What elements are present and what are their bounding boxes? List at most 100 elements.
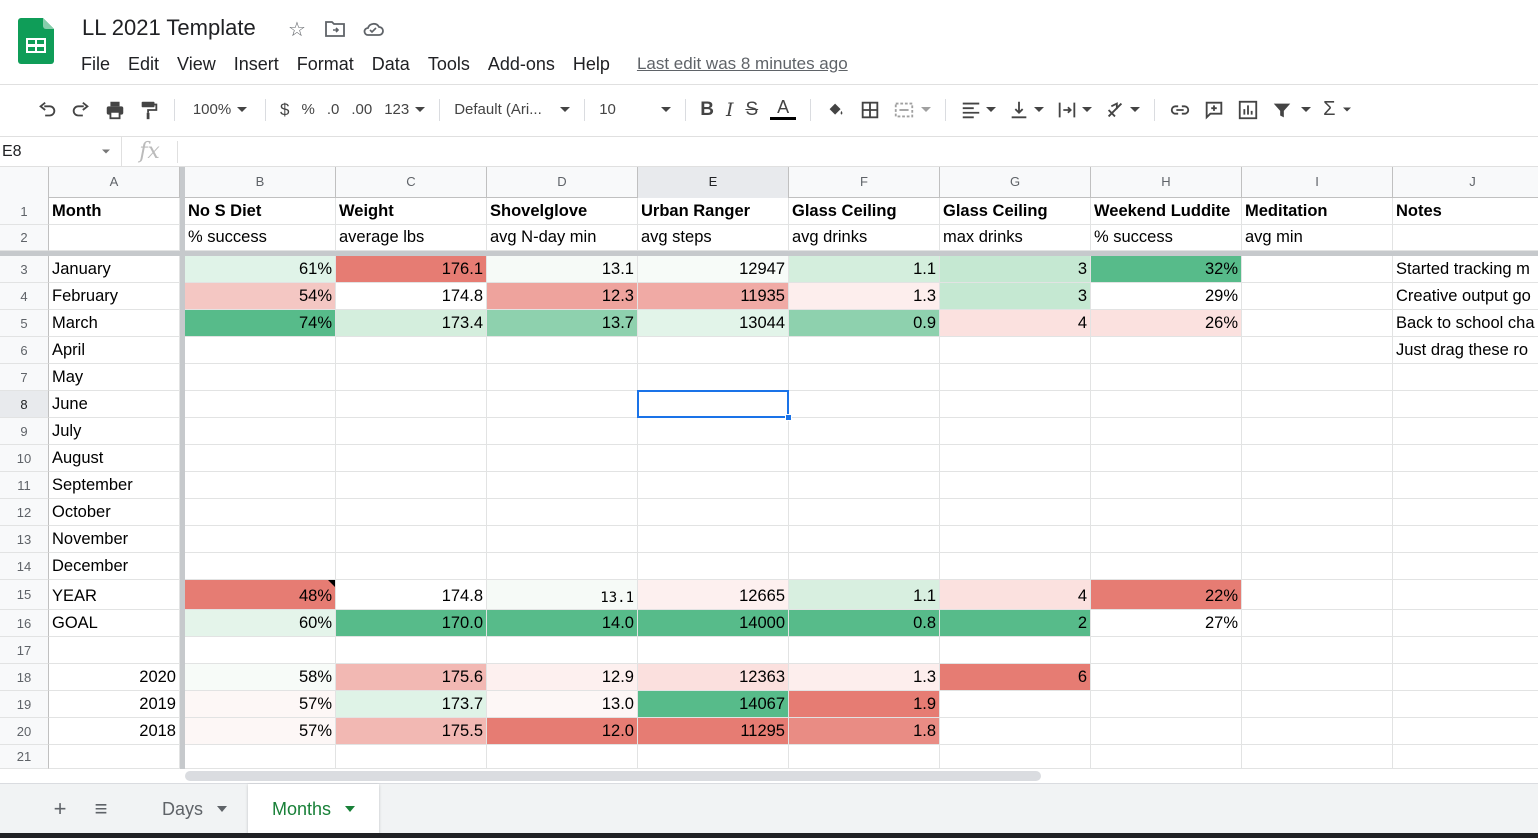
data-cell[interactable]: 58% [185, 664, 336, 691]
row-header-17[interactable]: 17 [0, 637, 49, 664]
data-cell[interactable] [1091, 637, 1242, 664]
data-cell[interactable]: 176.1 [336, 256, 487, 283]
decrease-decimal-button[interactable]: .0 [321, 94, 346, 126]
header-cell[interactable]: Notes [1393, 198, 1538, 225]
text-color-button[interactable]: A [764, 94, 802, 126]
data-cell[interactable]: 0.9 [789, 310, 940, 337]
data-cell[interactable] [1091, 526, 1242, 553]
note-cell[interactable]: Creative output go [1393, 283, 1538, 310]
data-cell[interactable]: 12665 [638, 580, 789, 610]
data-cell[interactable]: 13.1 [487, 256, 638, 283]
data-cell[interactable] [940, 472, 1091, 499]
filter-icon[interactable] [1265, 94, 1317, 126]
note-cell[interactable] [1393, 553, 1538, 580]
data-cell[interactable]: 1.1 [789, 256, 940, 283]
menu-view[interactable]: View [168, 50, 225, 78]
data-cell[interactable]: 4 [940, 580, 1091, 610]
data-cell[interactable]: 13.0 [487, 691, 638, 718]
font-size-select[interactable]: 10 [593, 94, 677, 126]
data-cell[interactable] [336, 526, 487, 553]
data-cell[interactable] [940, 391, 1091, 418]
row-header-3[interactable]: 3 [0, 256, 49, 283]
data-cell[interactable]: 6 [940, 664, 1091, 691]
data-cell[interactable] [1091, 691, 1242, 718]
data-cell[interactable] [336, 364, 487, 391]
header-cell[interactable]: Glass Ceiling [789, 198, 940, 225]
data-cell[interactable] [487, 526, 638, 553]
note-cell[interactable] [1393, 610, 1538, 637]
move-to-folder-icon[interactable] [322, 16, 348, 42]
column-header-c[interactable]: C [336, 167, 487, 198]
data-cell[interactable]: 12.9 [487, 664, 638, 691]
data-cell[interactable]: 12363 [638, 664, 789, 691]
data-cell[interactable] [1091, 499, 1242, 526]
data-cell[interactable] [185, 445, 336, 472]
column-header-h[interactable]: H [1091, 167, 1242, 198]
data-cell[interactable]: 173.7 [336, 691, 487, 718]
subheader-cell[interactable]: max drinks [940, 225, 1091, 251]
undo-icon[interactable] [30, 94, 64, 126]
subheader-cell[interactable]: avg drinks [789, 225, 940, 251]
data-cell[interactable] [487, 391, 638, 418]
data-cell[interactable] [1242, 256, 1393, 283]
column-header-j[interactable]: J [1393, 167, 1538, 198]
data-cell[interactable] [185, 637, 336, 664]
text-wrapping-icon[interactable] [1050, 94, 1098, 126]
subheader-cell[interactable]: avg steps [638, 225, 789, 251]
merge-cells-icon[interactable] [887, 94, 937, 126]
data-cell[interactable] [487, 745, 638, 769]
row-label-cell[interactable]: YEAR [49, 580, 180, 610]
note-cell[interactable] [1393, 637, 1538, 664]
data-cell[interactable]: 1.3 [789, 283, 940, 310]
data-cell[interactable] [789, 391, 940, 418]
data-cell[interactable]: 26% [1091, 310, 1242, 337]
note-cell[interactable] [1393, 445, 1538, 472]
row-header-4[interactable]: 4 [0, 283, 49, 310]
data-cell[interactable] [638, 745, 789, 769]
row-label-cell[interactable]: 2018 [49, 718, 180, 745]
data-cell[interactable] [487, 472, 638, 499]
data-cell[interactable] [789, 445, 940, 472]
data-cell[interactable] [1091, 364, 1242, 391]
data-cell[interactable]: 54% [185, 283, 336, 310]
column-header-g[interactable]: G [940, 167, 1091, 198]
data-cell[interactable] [1242, 364, 1393, 391]
italic-button[interactable]: I [720, 94, 740, 126]
row-label-cell[interactable]: August [49, 445, 180, 472]
row-header-21[interactable]: 21 [0, 745, 49, 769]
data-cell[interactable] [1242, 445, 1393, 472]
data-cell[interactable] [1242, 691, 1393, 718]
data-cell[interactable] [1242, 553, 1393, 580]
data-cell[interactable] [1091, 745, 1242, 769]
data-cell[interactable] [185, 391, 336, 418]
data-cell[interactable] [1242, 418, 1393, 445]
fill-handle[interactable] [785, 414, 792, 421]
fill-color-icon[interactable] [819, 94, 853, 126]
data-cell[interactable] [336, 337, 487, 364]
data-cell[interactable]: 173.4 [336, 310, 487, 337]
header-cell[interactable]: Weekend Luddite [1091, 198, 1242, 225]
column-header-i[interactable]: I [1242, 167, 1393, 198]
data-cell[interactable] [1242, 637, 1393, 664]
data-cell[interactable] [1091, 445, 1242, 472]
row-label-cell[interactable]: December [49, 553, 180, 580]
column-header-d[interactable]: D [487, 167, 638, 198]
data-cell[interactable] [940, 337, 1091, 364]
data-cell[interactable] [487, 337, 638, 364]
subheader-cell[interactable]: % success [1091, 225, 1242, 251]
data-cell[interactable]: 13044 [638, 310, 789, 337]
formula-input[interactable] [178, 137, 1538, 167]
data-cell[interactable]: 60% [185, 610, 336, 637]
data-cell[interactable] [638, 553, 789, 580]
row-header-7[interactable]: 7 [0, 364, 49, 391]
row-header-11[interactable]: 11 [0, 472, 49, 499]
row-label-cell[interactable]: June [49, 391, 180, 418]
header-cell[interactable]: Month [49, 198, 180, 225]
data-cell[interactable] [185, 526, 336, 553]
data-cell[interactable]: 11935 [638, 283, 789, 310]
data-cell[interactable] [1242, 745, 1393, 769]
insert-chart-icon[interactable] [1231, 94, 1265, 126]
document-title[interactable]: LL 2021 Template [82, 14, 256, 42]
menu-help[interactable]: Help [564, 50, 619, 78]
menu-format[interactable]: Format [288, 50, 363, 78]
